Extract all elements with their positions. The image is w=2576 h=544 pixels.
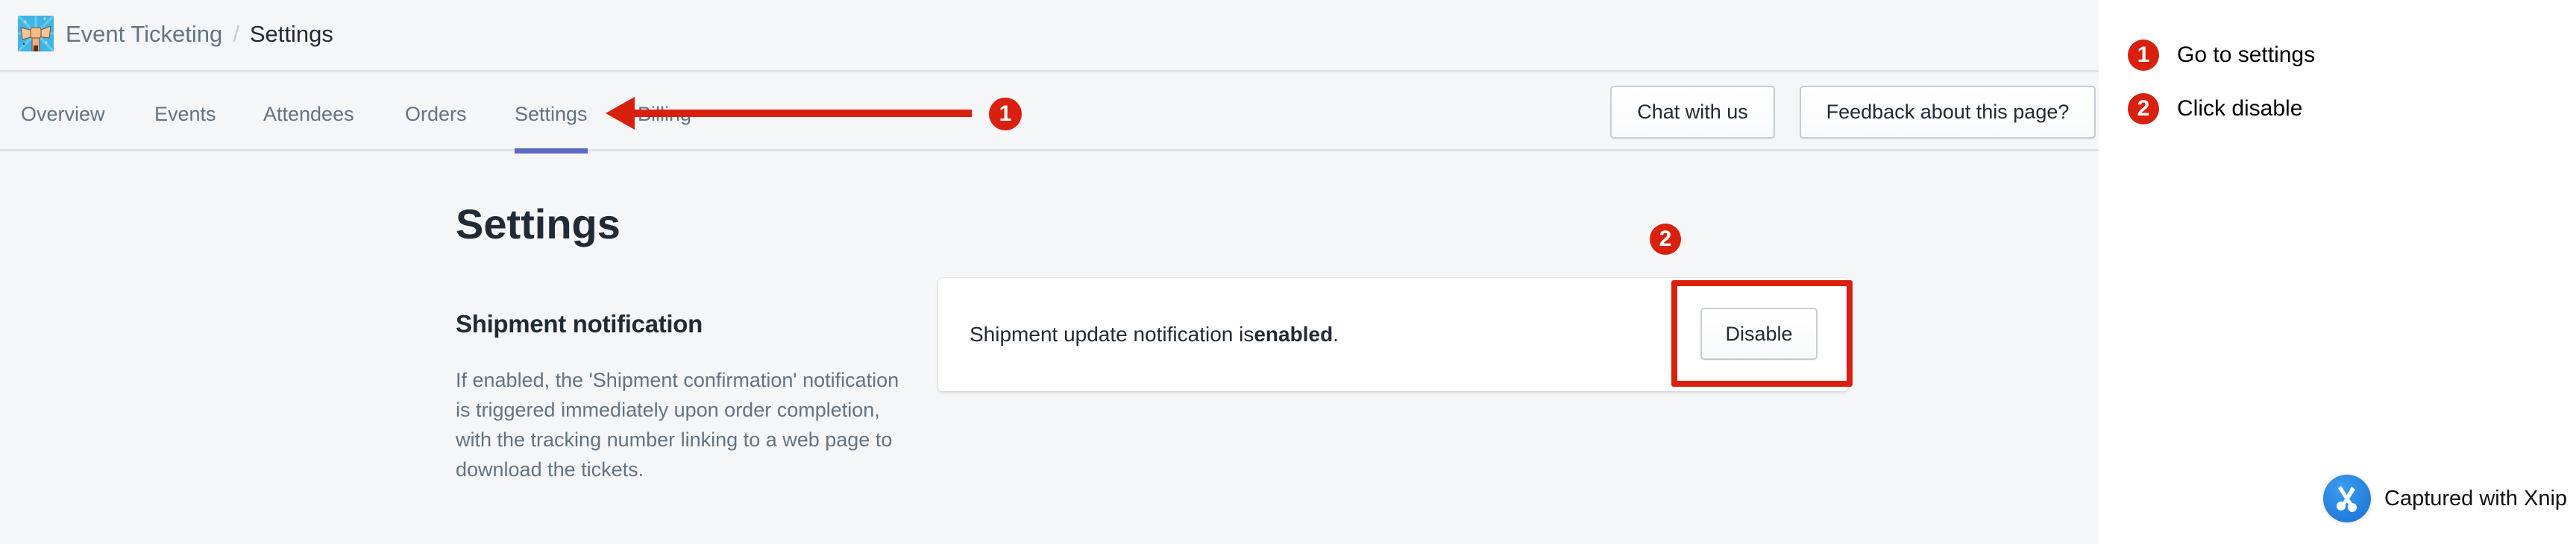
scissors-icon (2323, 475, 2371, 522)
breadcrumb-current-page: Settings (249, 21, 333, 47)
status-value: enabled (1254, 323, 1333, 346)
step-item: 1 Go to settings (2128, 28, 2315, 82)
step-item: 2 Click disable (2128, 82, 2315, 136)
shipment-notification-card: Shipment update notification is enabled.… (938, 278, 1848, 391)
status-prefix: Shipment update notification is (970, 323, 1254, 346)
tab-overview[interactable]: Overview (21, 72, 105, 151)
app-window: Event Ticketing / Settings Overview Even… (0, 0, 2099, 544)
xnip-watermark: Captured with Xnip (2323, 475, 2567, 522)
step-text: Click disable (2177, 96, 2303, 121)
breadcrumb-separator: / (233, 21, 239, 47)
watermark-text: Captured with Xnip (2384, 486, 2568, 510)
tab-billing[interactable]: Billing (638, 72, 691, 151)
ticket-fist-logo-icon[interactable] (18, 16, 54, 51)
status-suffix: . (1333, 323, 1339, 346)
step-number-badge: 1 (2128, 39, 2159, 71)
section-title: Shipment notification (456, 310, 703, 338)
steps-list: 1 Go to settings 2 Click disable (2128, 28, 2315, 136)
step-number-badge: 2 (2128, 93, 2159, 124)
chat-with-us-button[interactable]: Chat with us (1610, 86, 1775, 139)
tab-attendees[interactable]: Attendees (263, 72, 354, 151)
tab-settings[interactable]: Settings (515, 72, 588, 154)
page-title: Settings (456, 200, 621, 247)
breadcrumb: Event Ticketing / Settings (66, 19, 333, 49)
breadcrumb-app-link[interactable]: Event Ticketing (66, 21, 222, 48)
section-description: If enabled, the 'Shipment confirmation' … (456, 369, 899, 481)
top-bar: Event Ticketing / Settings (0, 0, 2099, 72)
screenshot-stage: Event Ticketing / Settings Overview Even… (0, 0, 2576, 544)
nav-bar: Overview Events Attendees Orders Setting… (0, 72, 2099, 154)
tab-orders[interactable]: Orders (405, 72, 467, 151)
tab-events[interactable]: Events (154, 72, 216, 151)
feedback-button[interactable]: Feedback about this page? (1800, 86, 2096, 139)
annotation-marker-1: 1 (989, 98, 1022, 130)
step-text: Go to settings (2177, 42, 2316, 67)
notification-status-text: Shipment update notification is enabled. (970, 278, 1339, 391)
disable-button[interactable]: Disable (1700, 308, 1818, 360)
annotation-marker-2: 2 (1650, 224, 1681, 255)
